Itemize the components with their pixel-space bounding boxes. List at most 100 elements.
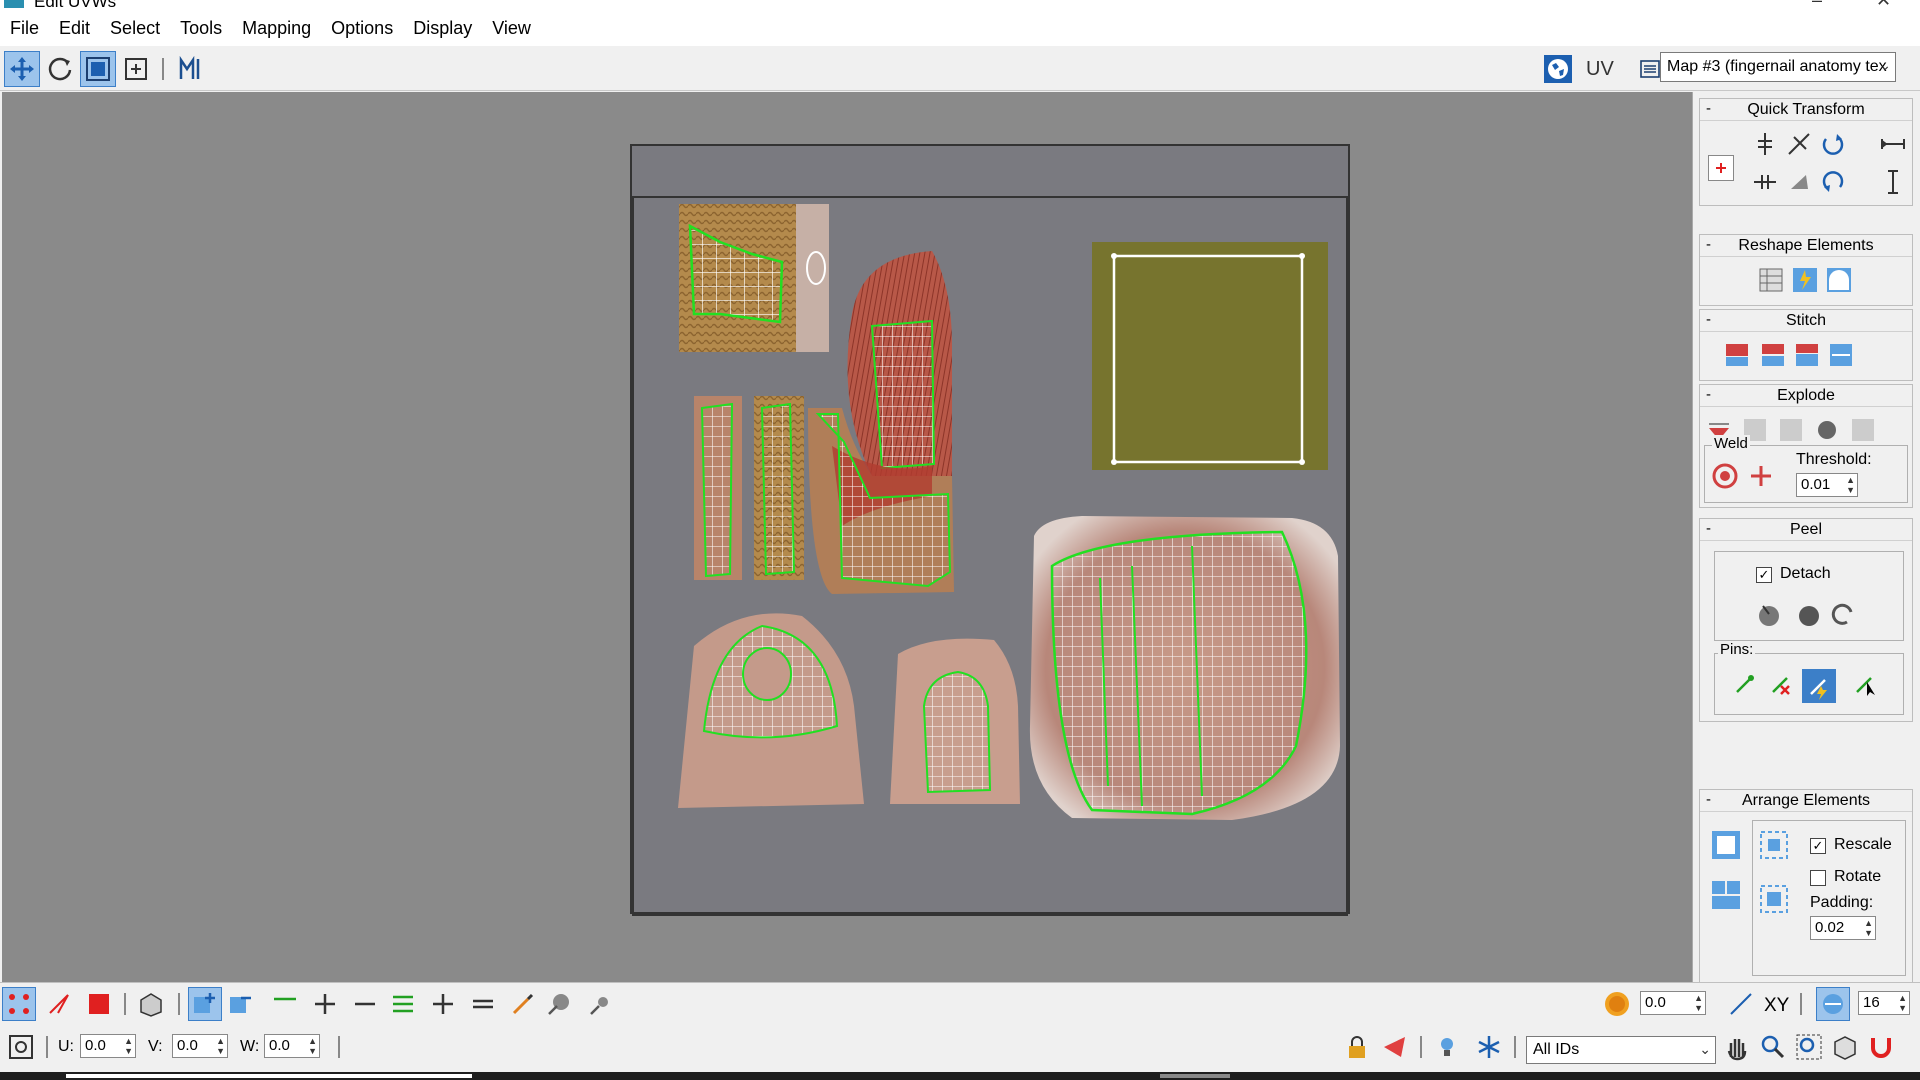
grow-loop-button[interactable] — [308, 987, 342, 1021]
pack-together-button[interactable] — [1710, 880, 1740, 910]
soft-selection-button[interactable] — [1600, 987, 1634, 1021]
weld-target-button[interactable] — [1710, 461, 1740, 491]
rollout-header[interactable]: - Reshape Elements — [1700, 235, 1912, 257]
spinner-arrows-icon[interactable]: ▲ ▼ — [1898, 993, 1907, 1013]
edge-mode-button[interactable] — [42, 987, 76, 1021]
peel-mode-button[interactable] — [1794, 599, 1824, 629]
soft-selection-spinner[interactable]: 0.0 ▲ ▼ — [1640, 991, 1706, 1015]
shrink-ring-button[interactable] — [466, 987, 500, 1021]
menu-mapping[interactable]: Mapping — [242, 18, 311, 39]
select-ring-button[interactable] — [386, 987, 420, 1021]
pivot-center-button[interactable] — [1708, 155, 1734, 181]
menu-file[interactable]: File — [10, 18, 39, 39]
rollout-header[interactable]: - Peel — [1700, 519, 1912, 541]
snap-toggle-button[interactable] — [1864, 1030, 1898, 1064]
scale-tool-button[interactable] — [80, 51, 116, 87]
zoom-button[interactable] — [1756, 1030, 1790, 1064]
pan-button[interactable] — [1720, 1030, 1754, 1064]
ids-filter-dropdown[interactable]: All IDs ⌄ — [1526, 1036, 1716, 1064]
padding-spinner[interactable]: 0.02 ▲ ▼ — [1810, 916, 1876, 940]
menu-options[interactable]: Options — [331, 18, 393, 39]
rescale-checkbox[interactable]: ✓ — [1810, 838, 1826, 854]
grid-size-spinner[interactable]: 16 ▲ ▼ — [1858, 991, 1910, 1015]
falloff-type-button[interactable] — [1724, 987, 1758, 1021]
uv-island-finger-body[interactable] — [1050, 530, 1308, 816]
rotate-tool-button[interactable] — [42, 51, 78, 87]
peel-reset-button[interactable] — [1828, 599, 1858, 629]
relax-settings-button[interactable] — [1824, 265, 1854, 295]
uv-island-strip-right[interactable] — [760, 402, 796, 576]
shrink-loop-button[interactable] — [348, 987, 382, 1021]
unpin-button[interactable] — [1766, 669, 1796, 699]
weld-selected-button[interactable] — [1746, 461, 1776, 491]
rotate-checkbox[interactable] — [1810, 870, 1826, 886]
menu-select[interactable]: Select — [110, 18, 160, 39]
uv-viewport[interactable] — [2, 92, 1692, 982]
zoom-extents-button[interactable] — [1828, 1030, 1862, 1064]
texture-area[interactable] — [630, 144, 1350, 916]
stitch-to-source-button[interactable] — [1722, 340, 1752, 370]
align-diagonal-button[interactable] — [1784, 129, 1814, 159]
uv-island-nail-bed[interactable] — [922, 670, 992, 794]
spinner-arrows-icon[interactable]: ▲ ▼ — [308, 1036, 317, 1056]
threshold-spinner[interactable]: 0.01 ▲ ▼ — [1796, 473, 1858, 497]
paint-grow-button[interactable] — [542, 987, 576, 1021]
freeform-tool-button[interactable] — [118, 51, 154, 87]
rollout-header[interactable]: - Arrange Elements — [1700, 790, 1912, 812]
spacing-horizontal-button[interactable] — [1878, 129, 1908, 159]
rollout-header[interactable]: - Stitch — [1700, 310, 1912, 332]
pack-normalize-button[interactable] — [1710, 830, 1740, 860]
menu-display[interactable]: Display — [413, 18, 472, 39]
element-mode-button[interactable] — [134, 987, 168, 1021]
pin-button[interactable] — [1730, 669, 1760, 699]
menu-edit[interactable]: Edit — [59, 18, 90, 39]
polygon-mode-button[interactable] — [82, 987, 116, 1021]
close-icon[interactable]: ✕ — [1876, 0, 1891, 10]
shrink-selection-button[interactable] — [224, 987, 258, 1021]
pin-select-button[interactable] — [1850, 669, 1880, 699]
show-hidden-button[interactable] — [1430, 1030, 1464, 1064]
auto-pin-button[interactable] — [1802, 669, 1836, 703]
spacing-vertical-button[interactable] — [1878, 167, 1908, 197]
world-map-button[interactable] — [1540, 51, 1576, 87]
group-select-button[interactable] — [1758, 884, 1788, 914]
spinner-arrows-icon[interactable]: ▲ ▼ — [216, 1036, 225, 1056]
straighten-selection-button[interactable] — [1756, 265, 1786, 295]
xy-space-label[interactable]: XY — [1764, 995, 1789, 1017]
uv-island-strip-left[interactable] — [700, 402, 734, 578]
rotate-ccw-button[interactable] — [1818, 167, 1848, 197]
stitch-average-button[interactable] — [1758, 340, 1788, 370]
filter-selected-faces-button[interactable] — [1378, 1030, 1412, 1064]
rotate-cw-button[interactable] — [1818, 129, 1848, 159]
spinner-arrows-icon[interactable]: ▲ ▼ — [1694, 993, 1703, 1013]
rollout-header[interactable]: - Quick Transform — [1700, 99, 1912, 121]
menu-tools[interactable]: Tools — [180, 18, 222, 39]
align-horizontal-button[interactable] — [1750, 167, 1780, 197]
lock-selection-button[interactable] — [1340, 1030, 1374, 1064]
grow-selection-button[interactable] — [188, 987, 222, 1021]
rollout-header[interactable]: - Explode — [1700, 385, 1912, 407]
quick-peel-button[interactable] — [1754, 599, 1784, 629]
move-tool-button[interactable] — [4, 51, 40, 87]
absolute-mode-button[interactable] — [4, 1030, 38, 1064]
detach-checkbox[interactable]: ✓ — [1756, 567, 1772, 583]
spinner-arrows-icon[interactable]: ▲ ▼ — [1864, 918, 1873, 938]
grow-ring-button[interactable] — [426, 987, 460, 1021]
pack-custom-button[interactable] — [1758, 830, 1788, 860]
uv-label[interactable]: UV — [1586, 58, 1614, 81]
straighten-button[interactable] — [1784, 167, 1814, 197]
uv-island-muscle[interactable] — [870, 319, 936, 470]
grid-snap-button[interactable] — [1816, 987, 1850, 1021]
align-vertical-button[interactable] — [1750, 129, 1780, 159]
zoom-region-button[interactable] — [1792, 1030, 1826, 1064]
stitch-to-target-button[interactable] — [1792, 340, 1822, 370]
freeze-button[interactable] — [1472, 1030, 1506, 1064]
paint-select-button[interactable] — [506, 987, 540, 1021]
v-spinner[interactable]: 0.0 ▲ ▼ — [172, 1034, 228, 1058]
map-select-dropdown[interactable]: Map #3 (fingernail anatomy tex ⌄ — [1660, 52, 1896, 82]
u-spinner[interactable]: 0.0 ▲ ▼ — [80, 1034, 136, 1058]
stitch-custom-button[interactable] — [1826, 340, 1856, 370]
relax-button[interactable] — [1790, 265, 1820, 295]
paint-shrink-button[interactable] — [584, 987, 618, 1021]
spinner-arrows-icon[interactable]: ▲ ▼ — [1846, 475, 1855, 495]
